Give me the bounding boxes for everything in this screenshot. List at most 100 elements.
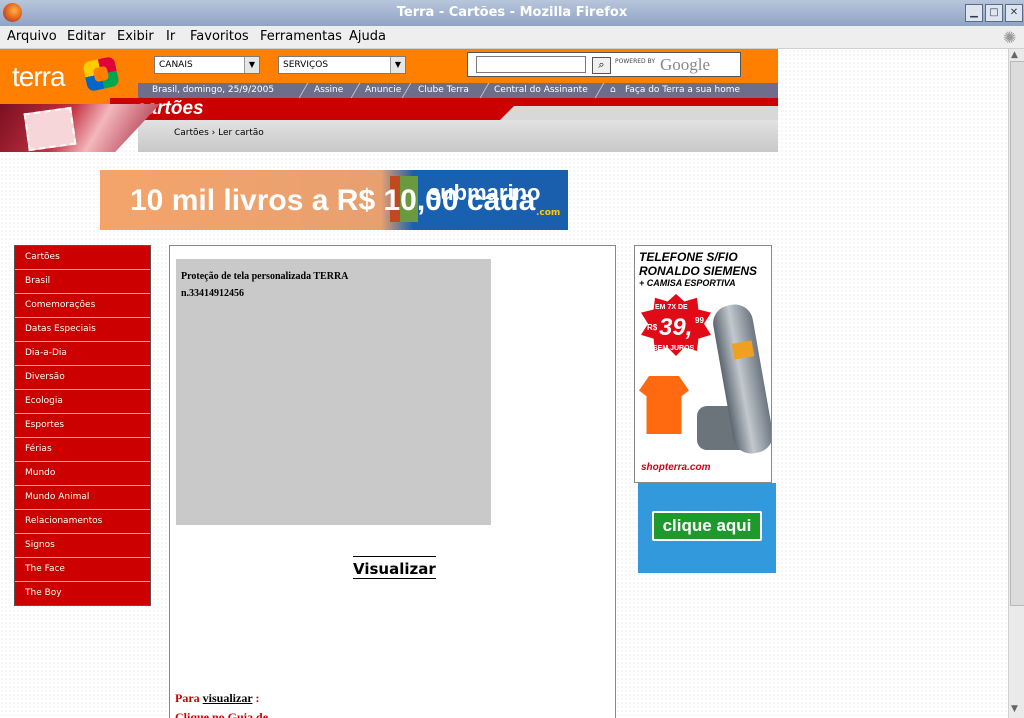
sidebar-item-label: Ecologia	[25, 396, 63, 406]
price-currency: R$	[647, 323, 658, 332]
sidebar-item-label: Datas Especiais	[25, 324, 96, 334]
nav-link-central[interactable]: Central do Assinante	[494, 85, 588, 95]
nav-separator	[401, 83, 412, 98]
sidebar-item-label: Comemorações	[25, 300, 96, 310]
phone-screen	[731, 340, 755, 360]
nav-separator	[298, 83, 309, 98]
card-number: n.33414912456	[181, 288, 245, 299]
nav-separator	[594, 83, 605, 98]
card-preview: Proteção de tela personalizada TERRA n.3…	[176, 259, 491, 525]
scroll-down-icon[interactable]: ▼	[1011, 704, 1022, 715]
breadcrumb[interactable]: Cartões › Ler cartão	[174, 128, 264, 138]
minimize-button[interactable]: ▁	[965, 4, 983, 22]
menu-arquivo[interactable]: Arquivo	[7, 29, 57, 44]
nav-link-anuncie[interactable]: Anuncie	[365, 85, 401, 95]
maximize-button[interactable]: □	[985, 4, 1003, 22]
canais-select[interactable]: CANAIS ▼	[154, 56, 260, 74]
search-icon: ⌕	[598, 58, 605, 71]
scrollbar-thumb[interactable]	[1010, 61, 1024, 606]
sidebar-item-label: Cartões	[25, 252, 60, 262]
sidebar-item-label: Diversão	[25, 372, 65, 382]
section-wedge	[500, 106, 778, 120]
sidebar-item-the-face[interactable]: The Face	[15, 558, 150, 582]
stamp-decoration	[0, 104, 160, 152]
sidebar-item-label: The Boy	[25, 588, 62, 598]
google-search-box: ⌕ POWERED BY Google	[467, 52, 741, 77]
menu-exibir[interactable]: Exibir	[117, 29, 154, 44]
sidebar-item-label: Férias	[25, 444, 52, 454]
card-panel: Proteção de tela personalizada TERRA n.3…	[169, 245, 616, 718]
banner-brand-suffix: .com	[536, 208, 561, 218]
sidebar-item-ferias[interactable]: Férias	[15, 438, 150, 462]
card-title: Proteção de tela personalizada TERRA	[181, 271, 349, 282]
menu-favoritos[interactable]: Favoritos	[190, 29, 249, 44]
stamp-icon	[23, 106, 77, 152]
sidebar-item-label: Esportes	[25, 420, 65, 430]
submarino-banner[interactable]: 10 mil livros a R$ 10,00 cada submarino …	[100, 170, 568, 230]
sidebar-item-diversao[interactable]: Diversão	[15, 366, 150, 390]
servicos-select[interactable]: SERVIÇOS ▼	[278, 56, 406, 74]
terra-logo[interactable]: terra	[0, 49, 140, 104]
menu-editar[interactable]: Editar	[67, 29, 106, 44]
ad-title: TELEFONE S/FIO RONALDO SIEMENS	[639, 250, 757, 278]
sidebar-item-label: Brasil	[25, 276, 51, 286]
window-titlebar: Terra - Cartões - Mozilla Firefox ▁ □ ✕	[0, 0, 1024, 27]
nav-link-faca-home[interactable]: Faça do Terra a sua home	[625, 85, 740, 95]
top-nav: Brasil, domingo, 25/9/2005 Assine Anunci…	[138, 83, 778, 98]
chevron-down-icon: ▼	[390, 57, 405, 73]
sidebar-item-ecologia[interactable]: Ecologia	[15, 390, 150, 414]
logo-text: terra	[12, 61, 66, 92]
nav-link-assine[interactable]: Assine	[314, 85, 343, 95]
breadcrumb-bar: Cartões › Ler cartão	[138, 120, 778, 152]
servicos-value: SERVIÇOS	[283, 60, 329, 70]
banner-brand: submarino	[428, 180, 541, 205]
sidebar-item-mundo[interactable]: Mundo	[15, 462, 150, 486]
canais-value: CANAIS	[159, 60, 193, 70]
visualizar-button[interactable]: Visualizar	[353, 556, 436, 579]
sidebar-item-brasil[interactable]: Brasil	[15, 270, 150, 294]
menu-ferramentas[interactable]: Ferramentas	[260, 29, 342, 44]
para-visualizar-text: Para visualizar :	[175, 691, 259, 706]
window-title: Terra - Cartões - Mozilla Firefox	[396, 5, 628, 20]
sidebar-item-mundo-animal[interactable]: Mundo Animal	[15, 486, 150, 510]
page-content: terra CANAIS ▼ SERVIÇOS ▼ ⌕ POWERED BY G…	[0, 49, 1008, 718]
clique-guia-text: Clique no Guia de	[175, 710, 269, 718]
shirt-image	[639, 376, 689, 434]
sidebar-item-label: Relacionamentos	[25, 516, 103, 526]
close-button[interactable]: ✕	[1005, 4, 1023, 22]
sidebar-item-label: Mundo	[25, 468, 56, 478]
search-input[interactable]	[476, 56, 586, 73]
nav-separator	[479, 83, 490, 98]
sidebar-item-dia-a-dia[interactable]: Dia-a-Dia	[15, 342, 150, 366]
powered-by-label: POWERED BY	[615, 58, 656, 65]
clique-aqui-button[interactable]: clique aqui	[652, 511, 762, 541]
price-value: 39,	[659, 314, 693, 341]
nav-link-clube-terra[interactable]: Clube Terra	[418, 85, 469, 95]
category-sidebar: Cartões Brasil Comemorações Datas Especi…	[14, 245, 151, 606]
search-button[interactable]: ⌕	[592, 57, 611, 74]
sidebar-item-relacionamentos[interactable]: Relacionamentos	[15, 510, 150, 534]
terra-cube-icon	[82, 56, 120, 92]
sidebar-item-datas-especiais[interactable]: Datas Especiais	[15, 318, 150, 342]
sidebar-item-esportes[interactable]: Esportes	[15, 414, 150, 438]
clique-aqui-ad[interactable]: clique aqui	[638, 483, 776, 573]
price-decimals: 99	[695, 316, 704, 325]
phone-ad[interactable]: TELEFONE S/FIO RONALDO SIEMENS + CAMISA …	[634, 245, 772, 483]
para-suffix: :	[252, 691, 260, 705]
shopterra-logo: shopterra.com	[641, 462, 711, 473]
sidebar-item-signos[interactable]: Signos	[15, 534, 150, 558]
visualizar-link[interactable]: visualizar	[203, 691, 253, 705]
section-bar: cartões	[110, 98, 778, 120]
menu-ajuda[interactable]: Ajuda	[349, 29, 386, 44]
ad-title-line1: TELEFONE S/FIO	[639, 250, 738, 264]
menu-ir[interactable]: Ir	[166, 29, 175, 44]
vertical-scrollbar[interactable]: ▲ ▼	[1008, 49, 1024, 718]
scroll-up-icon[interactable]: ▲	[1011, 50, 1022, 61]
sidebar-item-the-boy[interactable]: The Boy	[15, 582, 150, 605]
sidebar-item-cartoes[interactable]: Cartões	[15, 246, 150, 270]
price-prefix: EM 7X DE	[655, 304, 688, 311]
sidebar-item-comemoracoes[interactable]: Comemorações	[15, 294, 150, 318]
sidebar-item-label: Mundo Animal	[25, 492, 90, 502]
throbber-icon: ✺	[1003, 28, 1017, 47]
date-label: Brasil, domingo, 25/9/2005	[152, 85, 275, 95]
